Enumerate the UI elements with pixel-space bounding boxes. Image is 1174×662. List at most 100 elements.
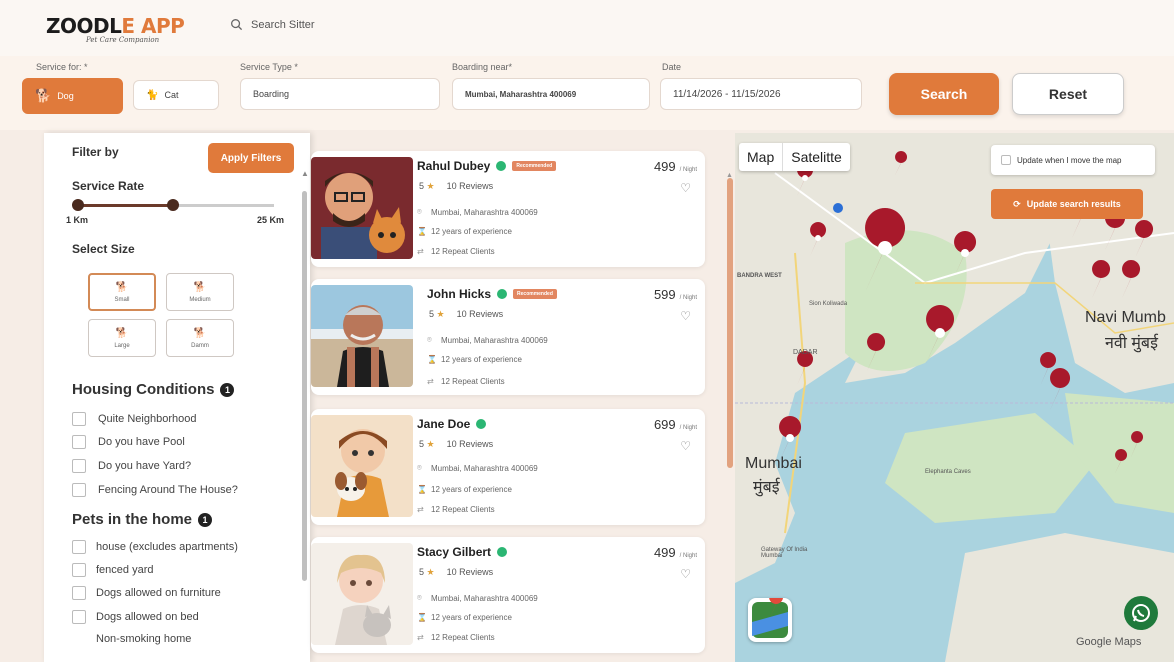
update-results-button[interactable]: ⟳ Update search results [991, 189, 1143, 219]
boarding-near-label: Boarding near* [452, 62, 513, 72]
sitter-name-text: John Hicks [427, 287, 492, 301]
logo[interactable]: ZOODLE APP Pet Care Companion [46, 14, 185, 44]
search-button[interactable]: Search [889, 73, 999, 115]
rating: 5 ★ 10 Reviews [429, 309, 503, 320]
boarding-near-field[interactable]: Mumbai, Maharashtra 400069 [452, 78, 650, 110]
scroll-up-icon[interactable]: ▲ [301, 169, 309, 178]
slider-min-knob[interactable] [72, 199, 84, 211]
checkbox[interactable] [72, 483, 86, 497]
sitter-card[interactable]: Jane Doe 699/ Night ♡ 5 ★ 10 Reviews ⌾ Mum… [311, 409, 705, 525]
sitter-name[interactable]: Stacy Gilbert [417, 545, 508, 559]
favorite-heart-icon[interactable]: ♡ [680, 309, 691, 323]
pets-option[interactable]: Non-smoking home [72, 633, 191, 645]
location: ⌾ Mumbai, Maharashtra 400069 [417, 207, 538, 217]
location: ⌾ Mumbai, Maharashtra 400069 [417, 593, 538, 603]
service-type-field[interactable]: Boarding [240, 78, 440, 110]
service-rate-heading: Service Rate [72, 179, 145, 193]
experience-text: 12 years of experience [431, 485, 512, 494]
pets-title: Pets in the home [72, 511, 193, 528]
recommended-badge: Recommended [512, 161, 557, 171]
cat-option[interactable]: 🐈 Cat [133, 80, 219, 110]
google-maps-app-icon[interactable] [748, 590, 792, 642]
pets-option[interactable]: Dogs allowed on bed [72, 610, 199, 624]
pets-option[interactable]: Dogs allowed on furniture [72, 586, 221, 600]
size-medium[interactable]: 🐕 Medium [166, 273, 234, 311]
dog-option[interactable]: 🐕 Dog [22, 78, 123, 114]
checkbox[interactable] [72, 435, 86, 449]
checkbox[interactable] [72, 459, 86, 473]
checkbox[interactable] [1001, 155, 1011, 165]
reviews-count[interactable]: 10 Reviews [447, 439, 494, 450]
sitter-card[interactable]: Stacy Gilbert 499/ Night ♡ 5 ★ 10 Reviews… [311, 537, 705, 653]
location-pin-icon: ⌾ [417, 463, 422, 472]
apply-filters-button[interactable]: Apply Filters [208, 143, 294, 173]
service-rate-slider[interactable] [72, 199, 274, 211]
repeat-icon: ⇄ [417, 505, 424, 514]
rating-value: 5 [419, 567, 425, 577]
sitter-name[interactable]: Rahul Dubey Recommended [417, 159, 557, 173]
avatar [311, 415, 413, 517]
sitter-card[interactable]: Rahul Dubey Recommended 499/ Night ♡ 5 ★ 1… [311, 151, 705, 267]
reset-button[interactable]: Reset [1012, 73, 1124, 115]
sitter-name-text: Stacy Gilbert [417, 545, 492, 559]
housing-option[interactable]: Do you have Yard? [72, 459, 191, 473]
map-label: Sion Koliwada [809, 301, 848, 307]
map-label: Elephanta Caves [925, 469, 971, 475]
repeat-text: 12 Repeat Clients [431, 505, 495, 514]
filter-title: Filter by [72, 145, 119, 159]
size-damm-label: Damm [191, 342, 209, 349]
price-value: 699 [653, 417, 676, 432]
repeat-clients: ⇄ 12 Repeat Clients [417, 505, 495, 514]
tab-map[interactable]: Map [739, 143, 782, 171]
size-large[interactable]: 🐕 Large [88, 319, 156, 357]
size-small[interactable]: 🐕 Small [88, 273, 156, 311]
housing-option[interactable]: Quite Neighborhood [72, 412, 196, 426]
cat-label: Cat [164, 90, 179, 100]
housing-option-label: Quite Neighborhood [98, 413, 197, 425]
rating-value: 5 [419, 181, 425, 191]
reviews-count[interactable]: 10 Reviews [447, 567, 494, 578]
verified-icon [497, 289, 508, 299]
checkbox[interactable] [72, 412, 86, 426]
housing-option[interactable]: Do you have Pool [72, 435, 185, 449]
location-text: Mumbai, Maharashtra 400069 [431, 207, 538, 217]
pets-option[interactable]: house (excludes apartments) [72, 540, 238, 554]
reviews-count[interactable]: 10 Reviews [457, 309, 504, 320]
verified-icon [497, 547, 508, 557]
price: 499/ Night [654, 545, 697, 560]
favorite-heart-icon[interactable]: ♡ [680, 439, 691, 453]
map-view[interactable]: Map Satelitte Update when I move the map… [735, 133, 1174, 662]
checkbox[interactable] [72, 563, 86, 577]
checkbox[interactable] [72, 610, 86, 624]
experience: ⌛ 12 years of experience [417, 485, 512, 494]
size-damm[interactable]: 🐕 Damm [166, 319, 234, 357]
map-label: DADAR [793, 349, 818, 356]
date-field[interactable]: 11/14/2026 - 11/15/2026 [660, 78, 862, 110]
sitter-name[interactable]: Jane Doe [417, 417, 487, 431]
size-small-label: Small [114, 296, 130, 303]
filter-scrollbar[interactable] [302, 191, 307, 581]
update-on-move-toggle[interactable]: Update when I move the map [991, 145, 1155, 175]
sitter-card[interactable]: John Hicks Recommended 599/ Night ♡ 5 ★ 10… [311, 279, 705, 395]
whatsapp-icon[interactable] [1124, 596, 1158, 630]
location: ⌾ Mumbai, Maharashtra 400069 [427, 335, 548, 345]
location-text: Mumbai, Maharashtra 400069 [431, 463, 538, 473]
search-sitter[interactable]: Search Sitter [230, 18, 315, 31]
housing-heading: Housing Conditions 1 [72, 381, 235, 398]
reviews-count[interactable]: 10 Reviews [447, 181, 494, 192]
location-pin-icon: ⌾ [417, 593, 422, 602]
favorite-heart-icon[interactable]: ♡ [680, 567, 691, 581]
favorite-heart-icon[interactable]: ♡ [680, 181, 691, 195]
checkbox[interactable] [72, 540, 86, 554]
recommended-badge: Recommended [513, 289, 557, 299]
experience-text: 12 years of experience [441, 355, 522, 364]
slider-max-knob[interactable] [167, 199, 180, 211]
housing-option[interactable]: Fencing Around The House? [72, 483, 238, 497]
dog-icon: 🐕 [35, 88, 52, 103]
tab-satellite[interactable]: Satelitte [782, 143, 850, 171]
list-scrollbar[interactable] [727, 178, 733, 468]
price-unit: / Night [679, 553, 697, 559]
checkbox[interactable] [72, 586, 86, 600]
pets-option[interactable]: fenced yard [72, 563, 153, 577]
sitter-name[interactable]: John Hicks Recommended [427, 287, 557, 301]
